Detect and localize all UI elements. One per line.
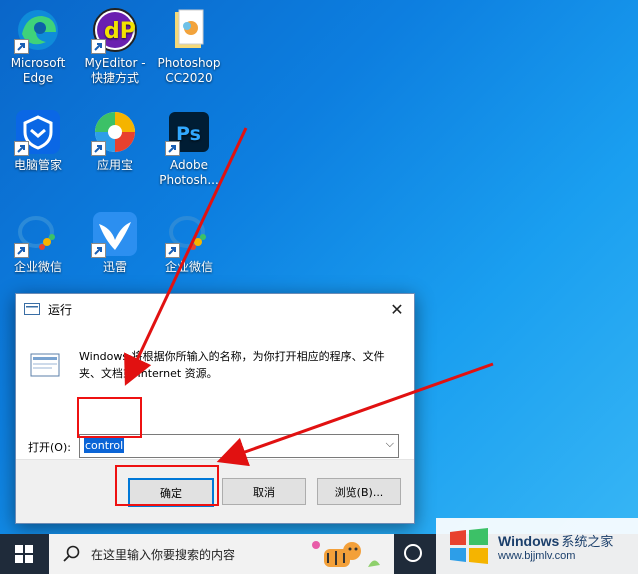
watermark-brand-cn: 系统之家 [561,534,614,550]
search-placeholder: 在这里输入你要搜索的内容 [91,547,236,562]
watermark-brand: Windows [498,532,560,549]
windows-flag-logo-icon [450,528,488,564]
cortana-icon[interactable] [404,544,422,562]
watermark: Windows 系统之家 www.bjjmlv.com [436,518,638,574]
windows-logo-icon [15,545,33,563]
arrow-to-input [124,127,248,386]
start-button[interactable] [0,534,48,574]
annotation-arrows [124,127,494,467]
watermark-url: www.bjjmlv.com [498,549,576,562]
taskbar-search-box[interactable]: 在这里输入你要搜索的内容 [49,534,394,574]
search-icon [63,545,80,562]
arrow-to-ok-button [216,362,494,467]
tiger-illustration-icon [312,541,380,567]
